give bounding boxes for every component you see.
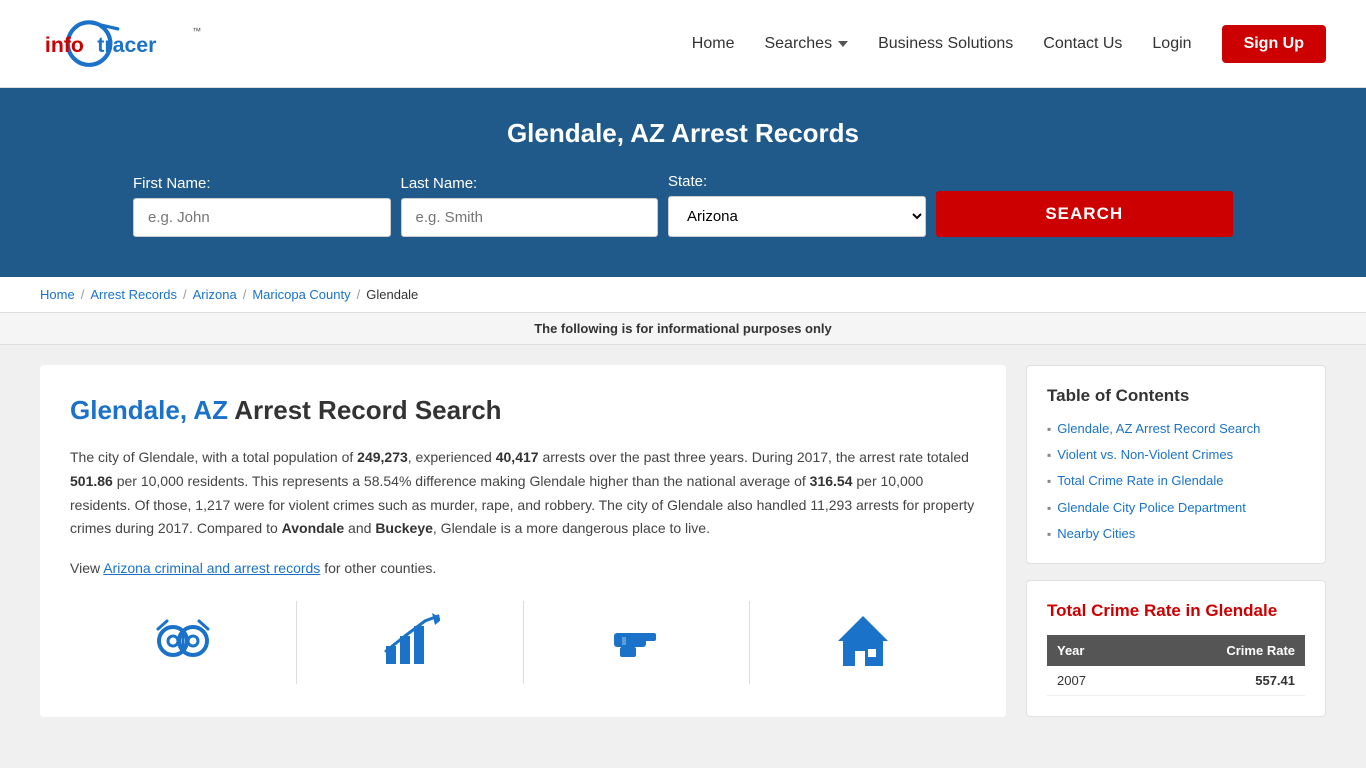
breadcrumb: Home / Arrest Records / Arizona / Marico… — [40, 287, 1326, 302]
first-name-group: First Name: — [133, 175, 391, 237]
breadcrumb-sep-1: / — [81, 287, 85, 302]
first-name-label: First Name: — [133, 175, 391, 192]
article-body-1: , experienced — [408, 449, 496, 465]
crime-table-rate-header: Crime Rate — [1139, 635, 1305, 666]
icons-row — [70, 601, 976, 684]
toc-link-2[interactable]: Violent vs. Non-Violent Crimes — [1057, 446, 1233, 464]
svg-text:™: ™ — [192, 25, 201, 35]
article-title-rest: Arrest Record Search — [228, 395, 502, 425]
info-bar-text: The following is for informational purpo… — [534, 321, 832, 336]
crime-table-header-row: Year Crime Rate — [1047, 635, 1305, 666]
article-body-intro: The city of Glendale, with a total popul… — [70, 449, 357, 465]
search-form: First Name: Last Name: State: Arizona Al… — [133, 173, 1233, 237]
nav-login[interactable]: Login — [1152, 35, 1191, 53]
breadcrumb-sep-3: / — [243, 287, 247, 302]
breadcrumb-sep-2: / — [183, 287, 187, 302]
state-select[interactable]: Arizona Alabama Alaska California Colora… — [668, 196, 926, 237]
icon-arrest — [70, 601, 297, 684]
search-button[interactable]: SEARCH — [936, 191, 1234, 237]
breadcrumb-maricopa[interactable]: Maricopa County — [252, 287, 350, 302]
logo[interactable]: info tracer ™ — [40, 14, 220, 74]
toc-title: Table of Contents — [1047, 386, 1305, 406]
article-title: Glendale, AZ Arrest Record Search — [70, 395, 976, 426]
main-nav: Home Searches Business Solutions Contact… — [692, 25, 1326, 63]
nav-searches[interactable]: Searches — [764, 35, 848, 53]
toc-list: ▪ Glendale, AZ Arrest Record Search ▪ Vi… — [1047, 420, 1305, 543]
article-arrests: 40,417 — [496, 449, 539, 465]
toc-item-2: ▪ Violent vs. Non-Violent Crimes — [1047, 446, 1305, 464]
article-view-prefix: View — [70, 560, 103, 576]
toc-bullet-4: ▪ — [1047, 501, 1051, 515]
nav-searches-link[interactable]: Searches — [764, 35, 832, 53]
article-city2: Buckeye — [375, 520, 433, 536]
article-body: The city of Glendale, with a total popul… — [70, 446, 976, 541]
breadcrumb-current: Glendale — [366, 287, 418, 302]
breadcrumb-home[interactable]: Home — [40, 287, 75, 302]
toc-item-1: ▪ Glendale, AZ Arrest Record Search — [1047, 420, 1305, 438]
crime-rate-title: Total Crime Rate in Glendale — [1047, 601, 1305, 621]
signup-button[interactable]: Sign Up — [1222, 25, 1326, 63]
article-body-5: and — [344, 520, 375, 536]
icon-violent — [524, 601, 751, 684]
article-rate: 501.86 — [70, 473, 113, 489]
crime-rate-table: Year Crime Rate 2007 557.41 — [1047, 635, 1305, 696]
info-bar: The following is for informational purpo… — [0, 313, 1366, 345]
toc-item-5: ▪ Nearby Cities — [1047, 525, 1305, 543]
article-body-6: , Glendale is a more dangerous place to … — [433, 520, 710, 536]
toc-bullet-3: ▪ — [1047, 474, 1051, 488]
last-name-input[interactable] — [401, 198, 659, 237]
crime-table-rate-2007: 557.41 — [1139, 666, 1305, 696]
svg-text:info: info — [45, 32, 84, 56]
toc-link-1[interactable]: Glendale, AZ Arrest Record Search — [1057, 420, 1260, 438]
article-title-highlight: Glendale, AZ — [70, 395, 228, 425]
breadcrumb-arrest-records[interactable]: Arrest Records — [90, 287, 177, 302]
az-records-link[interactable]: Arizona criminal and arrest records — [103, 560, 320, 576]
article-body-2: arrests over the past three years. Durin… — [539, 449, 969, 465]
crime-rate-box: Total Crime Rate in Glendale Year Crime … — [1026, 580, 1326, 717]
nav-home[interactable]: Home — [692, 35, 735, 53]
state-group: State: Arizona Alabama Alaska California… — [668, 173, 926, 237]
svg-text:tracer: tracer — [97, 32, 156, 56]
article-view-suffix: for other counties. — [320, 560, 436, 576]
main-content: Glendale, AZ Arrest Record Search The ci… — [0, 345, 1366, 737]
crime-table-year-2007: 2007 — [1047, 666, 1139, 696]
header: info tracer ™ Home Searches Business Sol… — [0, 0, 1366, 88]
content-left: Glendale, AZ Arrest Record Search The ci… — [40, 365, 1006, 717]
nav-contact[interactable]: Contact Us — [1043, 35, 1122, 53]
article-population: 249,273 — [357, 449, 408, 465]
toc-bullet-1: ▪ — [1047, 422, 1051, 436]
article-national-avg: 316.54 — [810, 473, 853, 489]
content-right: Table of Contents ▪ Glendale, AZ Arrest … — [1026, 365, 1326, 717]
toc-item-4: ▪ Glendale City Police Department — [1047, 499, 1305, 517]
last-name-label: Last Name: — [401, 175, 659, 192]
hero-title: Glendale, AZ Arrest Records — [40, 118, 1326, 149]
hero-section: Glendale, AZ Arrest Records First Name: … — [0, 88, 1366, 277]
toc-link-5[interactable]: Nearby Cities — [1057, 525, 1135, 543]
article-city1: Avondale — [282, 520, 345, 536]
first-name-input[interactable] — [133, 198, 391, 237]
icon-stats — [297, 601, 524, 684]
toc-bullet-2: ▪ — [1047, 448, 1051, 462]
article-view-text: View Arizona criminal and arrest records… — [70, 557, 976, 581]
breadcrumb-bar: Home / Arrest Records / Arizona / Marico… — [0, 277, 1366, 313]
toc-link-4[interactable]: Glendale City Police Department — [1057, 499, 1246, 517]
toc-link-3[interactable]: Total Crime Rate in Glendale — [1057, 472, 1223, 490]
breadcrumb-arizona[interactable]: Arizona — [193, 287, 237, 302]
searches-chevron-icon — [838, 41, 848, 47]
nav-business[interactable]: Business Solutions — [878, 35, 1013, 53]
toc-item-3: ▪ Total Crime Rate in Glendale — [1047, 472, 1305, 490]
article-body-3: per 10,000 residents. This represents a … — [113, 473, 810, 489]
toc-box: Table of Contents ▪ Glendale, AZ Arrest … — [1026, 365, 1326, 564]
last-name-group: Last Name: — [401, 175, 659, 237]
crime-table-year-header: Year — [1047, 635, 1139, 666]
crime-table-row-2007: 2007 557.41 — [1047, 666, 1305, 696]
icon-property — [750, 601, 976, 684]
breadcrumb-sep-4: / — [357, 287, 361, 302]
state-label: State: — [668, 173, 926, 190]
toc-bullet-5: ▪ — [1047, 527, 1051, 541]
